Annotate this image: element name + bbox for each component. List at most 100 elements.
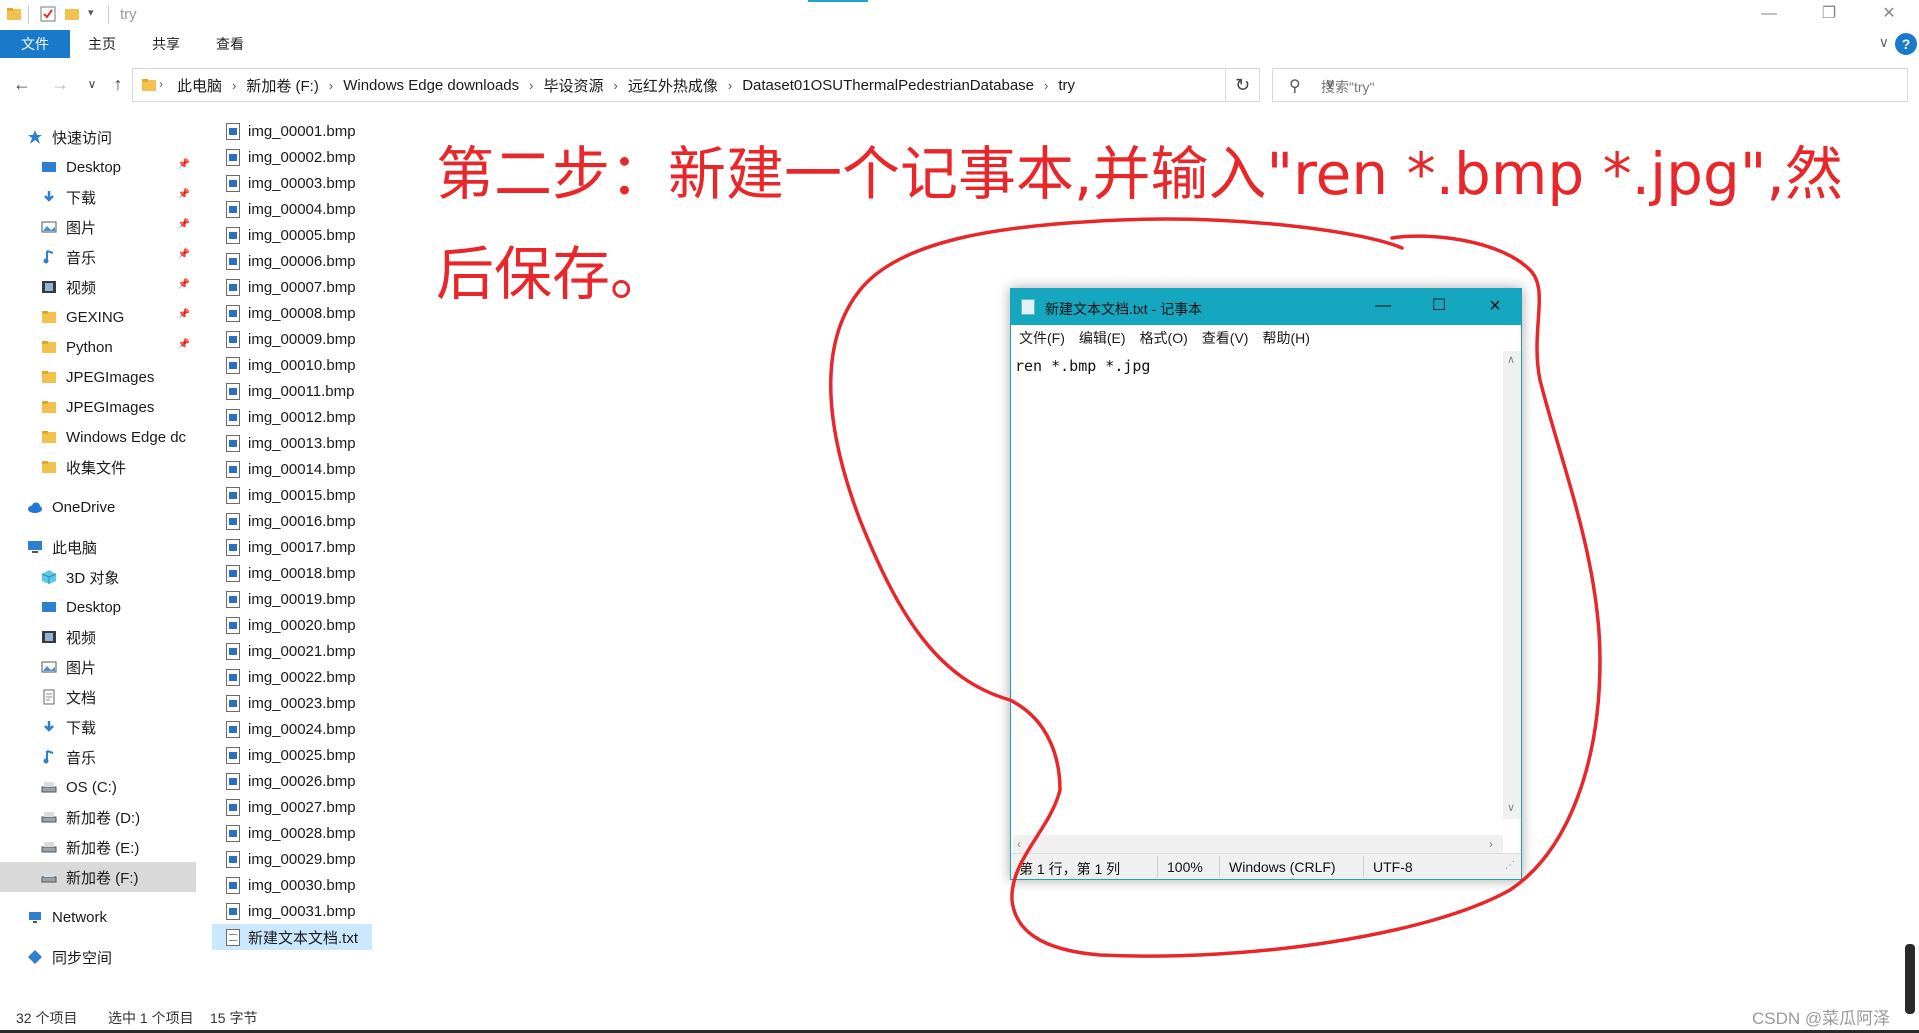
file-item[interactable]: img_00028.bmp bbox=[212, 820, 372, 846]
resize-grip-icon[interactable]: ⋰ bbox=[1505, 860, 1515, 871]
properties-icon[interactable] bbox=[40, 6, 56, 22]
file-item[interactable]: img_00004.bmp bbox=[212, 196, 372, 222]
file-item[interactable]: 新建文本文档.txt bbox=[212, 924, 372, 950]
file-item[interactable]: img_00018.bmp bbox=[212, 560, 372, 586]
sidebar-item[interactable]: Python 📌 bbox=[0, 332, 196, 362]
back-button[interactable]: ← bbox=[10, 72, 34, 96]
sidebar-item[interactable]: 文档 bbox=[0, 682, 196, 712]
chevron-right-icon[interactable]: › bbox=[329, 78, 333, 93]
help-button[interactable]: ? bbox=[1895, 33, 1917, 55]
notepad-maximize-button[interactable]: ☐ bbox=[1411, 289, 1467, 325]
file-item[interactable]: img_00003.bmp bbox=[212, 170, 372, 196]
sidebar-item[interactable]: JPEGImages bbox=[0, 362, 196, 392]
menu-format[interactable]: 格式(O) bbox=[1140, 328, 1188, 348]
sidebar-item[interactable]: 收集文件 bbox=[0, 452, 196, 482]
address-bar[interactable]: › 此电脑 › 新加卷 (F:) › Windows Edge download… bbox=[132, 68, 1335, 102]
file-item[interactable]: img_00013.bmp bbox=[212, 430, 372, 456]
sidebar-item[interactable]: 图片 📌 bbox=[0, 212, 196, 242]
menu-view[interactable]: 查看(V) bbox=[1202, 328, 1249, 348]
sidebar-item[interactable]: JPEGImages bbox=[0, 392, 196, 422]
sidebar-item[interactable]: 新加卷 (D:) bbox=[0, 802, 196, 832]
notepad-text-area[interactable]: ren *.bmp *.jpg bbox=[1013, 351, 1503, 835]
sidebar-item[interactable]: 同步空间 bbox=[0, 942, 196, 972]
search-input[interactable]: ⚲ 搜索"try" bbox=[1272, 68, 1908, 102]
file-item[interactable]: img_00029.bmp bbox=[212, 846, 372, 872]
chevron-right-icon[interactable]: › bbox=[728, 78, 732, 93]
tab-home[interactable]: 主页 bbox=[70, 30, 134, 58]
breadcrumb-item[interactable]: try bbox=[1058, 77, 1075, 94]
menu-help[interactable]: 帮助(H) bbox=[1262, 328, 1309, 348]
scroll-up-icon[interactable]: ∧ bbox=[1507, 353, 1515, 366]
minimize-button[interactable]: — bbox=[1746, 0, 1792, 30]
recent-locations-icon[interactable]: ∨ bbox=[80, 72, 104, 96]
sidebar-item[interactable]: 视频 bbox=[0, 622, 196, 652]
notepad-minimize-button[interactable]: — bbox=[1355, 289, 1411, 325]
refresh-button[interactable]: ↻ bbox=[1226, 68, 1260, 102]
menu-file[interactable]: 文件(F) bbox=[1019, 328, 1065, 348]
file-item[interactable]: img_00005.bmp bbox=[212, 222, 372, 248]
quick-access-dropdown-icon[interactable]: ▾ bbox=[88, 6, 104, 22]
sidebar-item[interactable]: OneDrive bbox=[0, 492, 196, 522]
sidebar-item[interactable]: 音乐 📌 bbox=[0, 242, 196, 272]
up-button[interactable]: ↑ bbox=[106, 72, 130, 96]
chevron-right-icon[interactable]: › bbox=[614, 78, 618, 93]
file-item[interactable]: img_00026.bmp bbox=[212, 768, 372, 794]
sidebar-item[interactable]: 视频 📌 bbox=[0, 272, 196, 302]
scroll-right-icon[interactable]: › bbox=[1489, 837, 1493, 851]
file-item[interactable]: img_00023.bmp bbox=[212, 690, 372, 716]
sidebar-item[interactable]: 图片 bbox=[0, 652, 196, 682]
sidebar-item[interactable]: 此电脑 bbox=[0, 532, 196, 562]
file-item[interactable]: img_00016.bmp bbox=[212, 508, 372, 534]
file-item[interactable]: img_00030.bmp bbox=[212, 872, 372, 898]
forward-button[interactable]: → bbox=[48, 72, 72, 96]
sidebar-item[interactable]: Desktop bbox=[0, 592, 196, 622]
menu-edit[interactable]: 编辑(E) bbox=[1079, 328, 1126, 348]
breadcrumb-item[interactable]: Windows Edge downloads bbox=[343, 77, 519, 94]
sidebar-item[interactable]: 下载 📌 bbox=[0, 182, 196, 212]
tab-view[interactable]: 查看 bbox=[198, 30, 262, 58]
chevron-right-icon[interactable]: › bbox=[1044, 78, 1048, 93]
notepad-close-button[interactable]: × bbox=[1467, 289, 1523, 325]
file-item[interactable]: img_00031.bmp bbox=[212, 898, 372, 924]
sidebar-item[interactable]: 音乐 bbox=[0, 742, 196, 772]
sidebar-item[interactable]: 3D 对象 bbox=[0, 562, 196, 592]
file-item[interactable]: img_00020.bmp bbox=[212, 612, 372, 638]
restore-button[interactable]: ❐ bbox=[1806, 0, 1852, 30]
sidebar-item[interactable]: Windows Edge dc bbox=[0, 422, 196, 452]
file-item[interactable]: img_00008.bmp bbox=[212, 300, 372, 326]
file-item[interactable]: img_00014.bmp bbox=[212, 456, 372, 482]
sidebar-item[interactable]: 下载 bbox=[0, 712, 196, 742]
breadcrumb-item[interactable]: 远红外热成像 bbox=[628, 75, 718, 96]
horizontal-scrollbar[interactable]: ‹ › bbox=[1013, 835, 1503, 853]
breadcrumb-item[interactable]: 此电脑 bbox=[177, 75, 222, 96]
sidebar-item[interactable]: OS (C:) bbox=[0, 772, 196, 802]
tab-file[interactable]: 文件 bbox=[0, 30, 70, 58]
file-item[interactable]: img_00001.bmp bbox=[212, 118, 372, 144]
file-item[interactable]: img_00010.bmp bbox=[212, 352, 372, 378]
file-item[interactable]: img_00015.bmp bbox=[212, 482, 372, 508]
vertical-scrollbar[interactable]: ∧ ∨ bbox=[1503, 351, 1521, 819]
file-item[interactable]: img_00025.bmp bbox=[212, 742, 372, 768]
sidebar-item[interactable]: GEXING 📌 bbox=[0, 302, 196, 332]
breadcrumb-item[interactable]: 毕设资源 bbox=[543, 75, 603, 96]
sidebar-item[interactable]: 新加卷 (F:) bbox=[0, 862, 196, 892]
breadcrumb-item[interactable]: Dataset01OSUThermalPedestrianDatabase bbox=[742, 77, 1034, 94]
new-folder-icon[interactable] bbox=[64, 6, 80, 22]
sidebar-item[interactable]: 快速访问 bbox=[0, 122, 196, 152]
file-item[interactable]: img_00007.bmp bbox=[212, 274, 372, 300]
close-button[interactable]: ✕ bbox=[1866, 0, 1912, 30]
ribbon-expand-icon[interactable]: ∨ bbox=[1879, 34, 1889, 51]
tab-share[interactable]: 共享 bbox=[134, 30, 198, 58]
file-item[interactable]: img_00024.bmp bbox=[212, 716, 372, 742]
file-item[interactable]: img_00009.bmp bbox=[212, 326, 372, 352]
file-item[interactable]: img_00002.bmp bbox=[212, 144, 372, 170]
file-item[interactable]: img_00022.bmp bbox=[212, 664, 372, 690]
chevron-right-icon[interactable]: › bbox=[529, 78, 533, 93]
file-item[interactable]: img_00027.bmp bbox=[212, 794, 372, 820]
file-item[interactable]: img_00019.bmp bbox=[212, 586, 372, 612]
file-item[interactable]: img_00021.bmp bbox=[212, 638, 372, 664]
file-item[interactable]: img_00006.bmp bbox=[212, 248, 372, 274]
sidebar-item[interactable]: 新加卷 (E:) bbox=[0, 832, 196, 862]
sidebar-item[interactable]: Desktop 📌 bbox=[0, 152, 196, 182]
sidebar-item[interactable]: Network bbox=[0, 902, 196, 932]
